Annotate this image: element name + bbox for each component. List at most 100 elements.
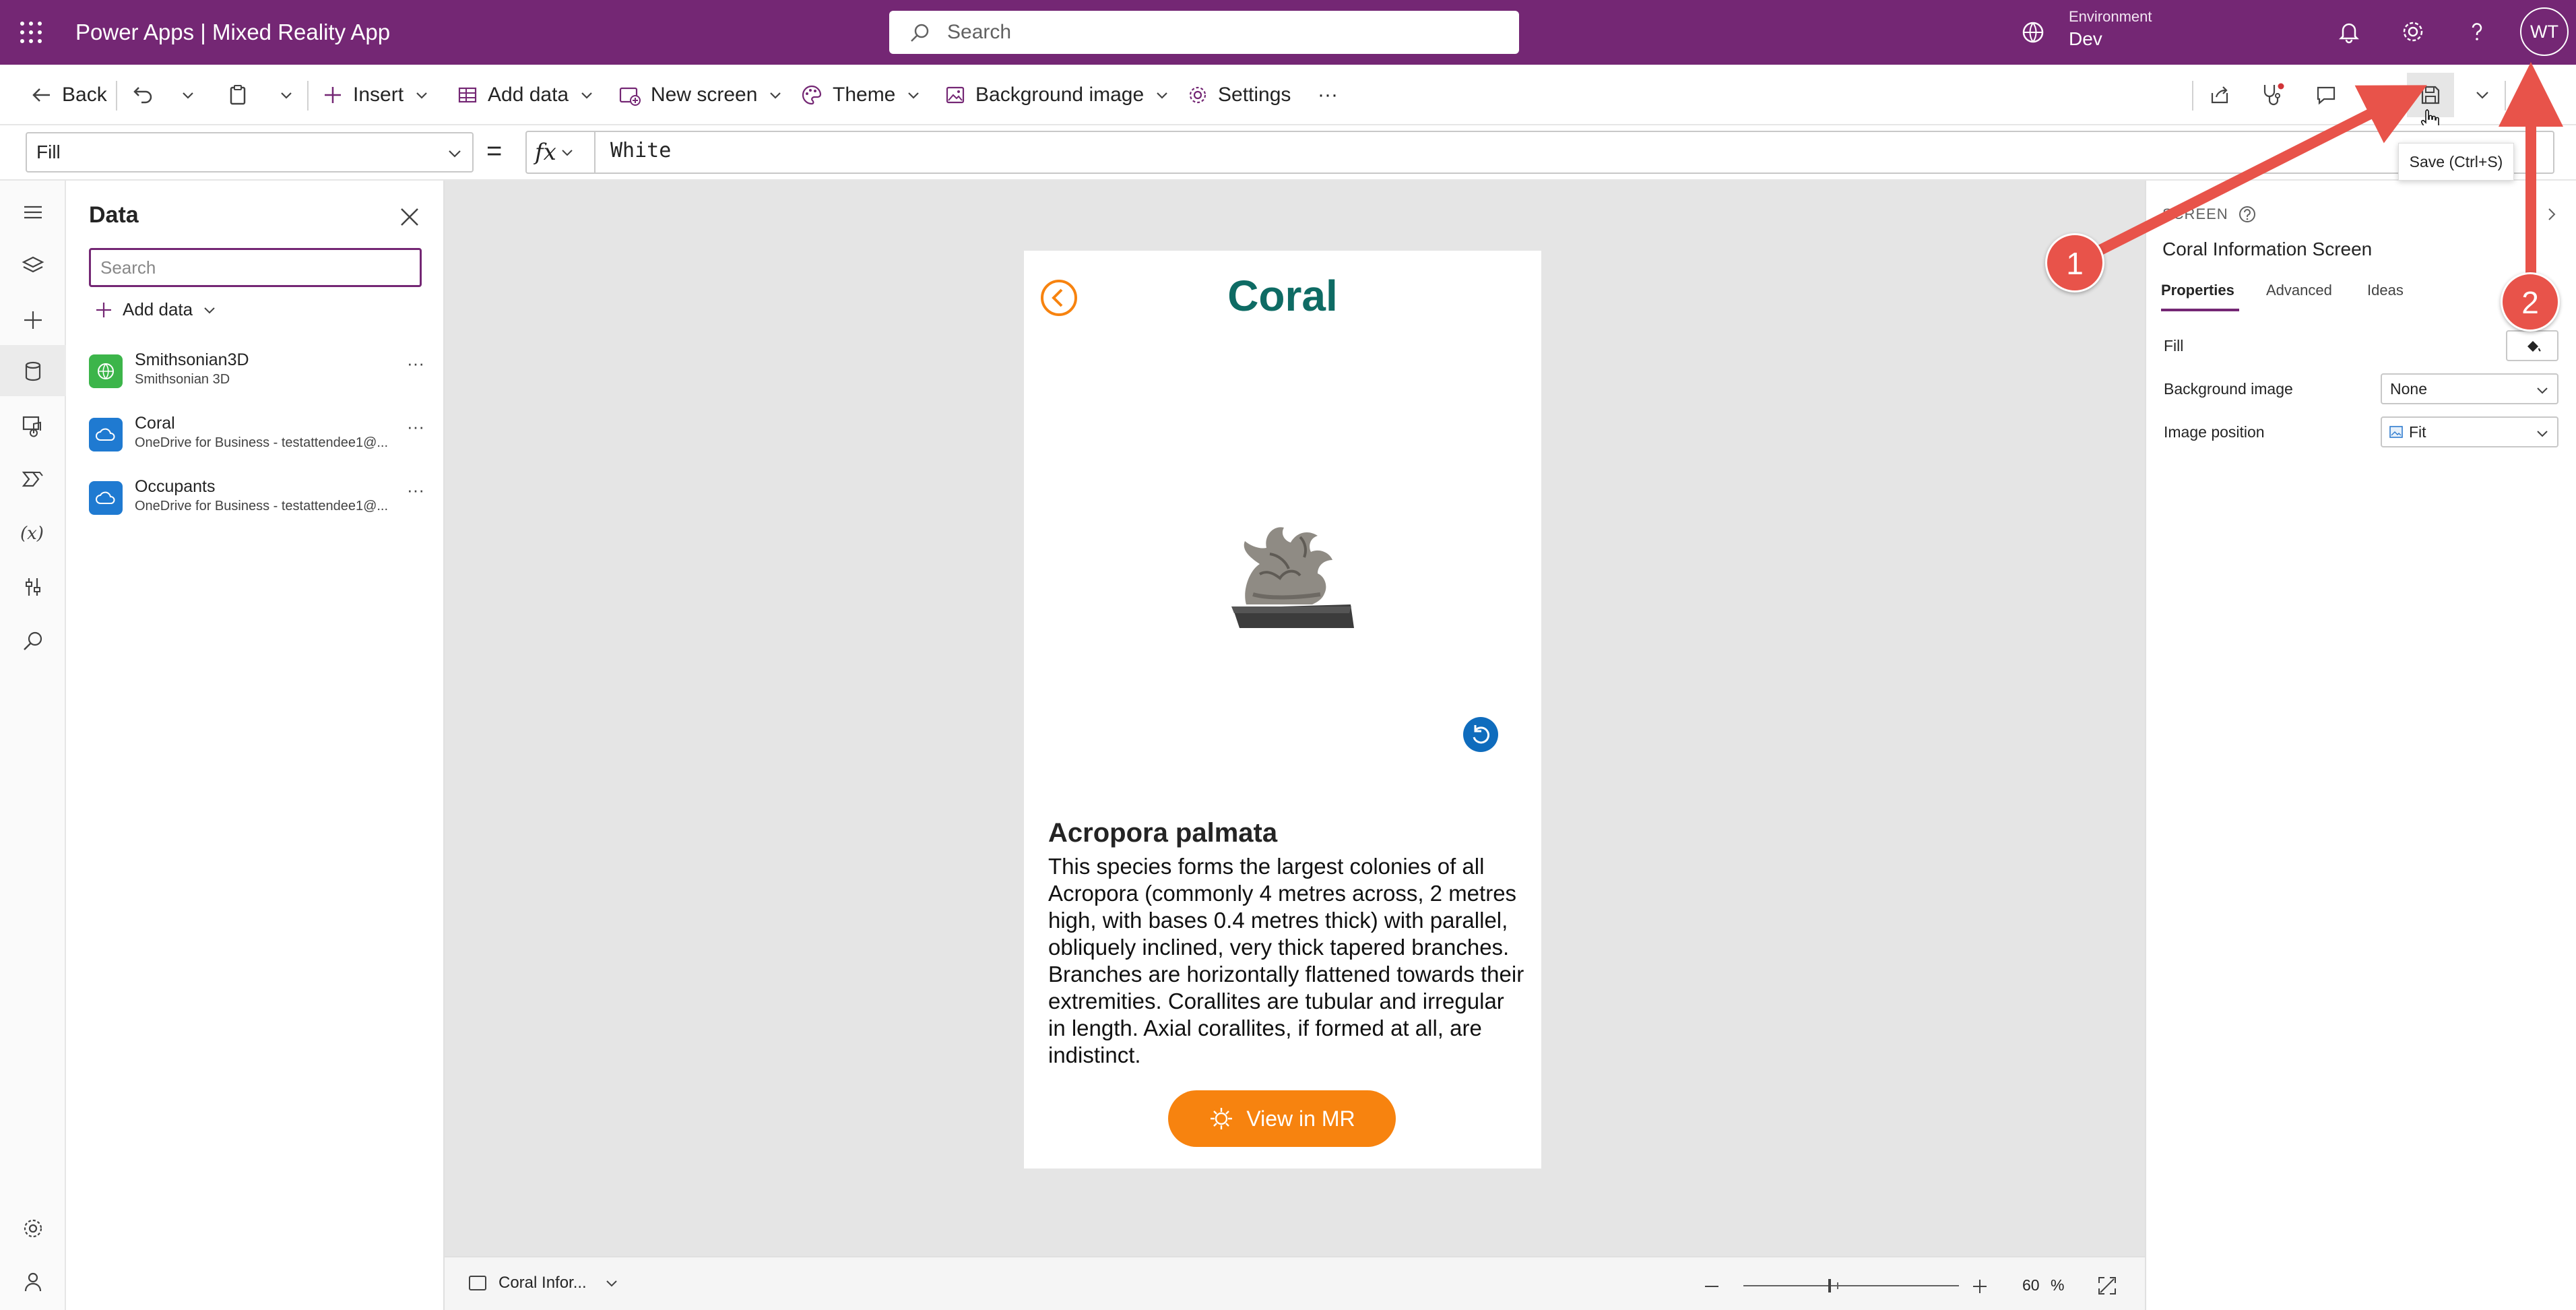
media-icon[interactable]	[18, 410, 49, 441]
paste-button[interactable]	[226, 80, 249, 111]
notifications-bell-icon[interactable]	[2336, 19, 2362, 44]
preview-play-button[interactable]	[2364, 80, 2395, 111]
more-options-button[interactable]: ···	[407, 416, 424, 437]
settings-button[interactable]: Settings	[1187, 80, 1291, 111]
annotation-badge-2: 2	[2501, 272, 2560, 332]
variables-icon[interactable]: (x)	[18, 518, 49, 549]
app-checker-button[interactable]	[2257, 80, 2288, 111]
reset-rotation-icon[interactable]	[1462, 716, 1500, 753]
image-position-label: Image position	[2164, 423, 2265, 441]
screen-selector[interactable]: Coral Infor...	[468, 1274, 619, 1292]
add-data-link[interactable]: Add data	[94, 299, 217, 320]
chevron-right-icon[interactable]	[2544, 206, 2560, 222]
divider	[307, 81, 309, 111]
fit-to-window-icon[interactable]	[2096, 1275, 2118, 1297]
background-image-dropdown[interactable]: None	[2381, 373, 2558, 404]
publish-icon	[2520, 86, 2542, 104]
chevron-down-icon	[204, 307, 215, 313]
global-search-input[interactable]: Search	[889, 11, 1519, 54]
new-screen-button[interactable]: New screen	[618, 80, 783, 111]
plus-icon	[96, 302, 111, 317]
theme-label: Theme	[833, 84, 896, 106]
property-dropdown[interactable]: Fill	[26, 132, 474, 173]
more-options-button[interactable]: ···	[407, 353, 424, 374]
virtual-agent-icon[interactable]	[18, 1267, 49, 1298]
help-circle-icon[interactable]	[2238, 205, 2257, 224]
command-bar: Back Insert Add data New screen Theme Ba…	[0, 65, 2576, 132]
more-label: ···	[1318, 84, 1338, 106]
formula-input[interactable]: fx White	[525, 131, 2554, 174]
user-avatar[interactable]: WT	[2520, 7, 2569, 56]
screen-icon	[469, 1276, 486, 1290]
data-search-input[interactable]: Search	[89, 248, 422, 287]
comments-button[interactable]	[2311, 80, 2342, 111]
divider	[2505, 81, 2506, 111]
settings-gear-icon[interactable]	[2400, 19, 2426, 44]
data-source-item[interactable]: Smithsonian3D Smithsonian 3D ···	[89, 350, 432, 404]
undo-button[interactable]	[132, 80, 155, 111]
theme-button[interactable]: Theme	[800, 80, 921, 111]
left-nav-rail: (x)	[0, 181, 66, 1310]
close-icon[interactable]	[396, 204, 423, 230]
image-position-dropdown[interactable]: Fit	[2381, 416, 2558, 447]
fx-function-button[interactable]: fx	[535, 139, 574, 166]
tab-properties[interactable]: Properties	[2161, 282, 2234, 299]
background-image-value: None	[2390, 380, 2427, 398]
save-options-dropdown[interactable]	[2467, 80, 2498, 111]
fill-color-picker[interactable]	[2506, 330, 2558, 361]
view-in-mr-button[interactable]: View in MR	[1168, 1090, 1396, 1147]
insert-plus-icon[interactable]	[18, 305, 49, 336]
undo-dropdown[interactable]	[181, 80, 195, 111]
properties-panel: SCREEN Coral Information Screen Properti…	[2145, 181, 2576, 1310]
app-screen-preview[interactable]: Coral Acropora palmata This species form…	[1024, 251, 1541, 1168]
fx-label: fx	[535, 139, 556, 166]
coral-3d-model[interactable]	[1206, 473, 1367, 642]
insert-button[interactable]: Insert	[322, 80, 429, 111]
chevron-down-icon	[562, 150, 573, 156]
tree-view-layers-icon[interactable]	[18, 251, 49, 282]
help-icon[interactable]	[2464, 19, 2490, 44]
zoom-in-icon[interactable]	[1971, 1278, 1989, 1295]
fill-label: Fill	[2164, 337, 2184, 354]
more-commands-button[interactable]: ···	[1318, 80, 1338, 111]
chevron-down-icon	[449, 150, 461, 158]
onedrive-cloud-icon	[89, 418, 123, 451]
power-automate-icon[interactable]	[18, 464, 49, 495]
clipboard-icon	[230, 85, 246, 105]
add-data-button[interactable]: Add data	[457, 80, 594, 111]
chevron-down-icon	[2537, 431, 2548, 437]
zoom-slider[interactable]	[1743, 1275, 1959, 1297]
more-options-button[interactable]: ···	[407, 480, 424, 501]
advanced-tools-icon[interactable]	[18, 571, 49, 602]
data-source-subtitle: OneDrive for Business - testattendee1@..…	[135, 499, 389, 513]
annotation-badge-1: 1	[2045, 233, 2104, 292]
data-cylinder-icon[interactable]	[18, 356, 49, 387]
publish-button[interactable]	[2515, 80, 2546, 111]
back-button[interactable]: Back	[30, 80, 107, 111]
screen-title: Coral	[1227, 272, 1338, 320]
tab-ideas[interactable]: Ideas	[2367, 282, 2404, 299]
app-launcher-icon[interactable]	[19, 20, 43, 44]
search-icon[interactable]	[18, 625, 49, 656]
back-label: Back	[62, 84, 107, 106]
app-title: Power Apps | Mixed Reality App	[75, 20, 391, 44]
control-type-text: SCREEN	[2162, 206, 2228, 222]
hamburger-menu-icon[interactable]	[18, 197, 49, 228]
zoom-out-icon[interactable]	[1703, 1278, 1720, 1295]
onedrive-cloud-icon	[89, 481, 123, 515]
data-source-item[interactable]: Occupants OneDrive for Business - testat…	[89, 477, 432, 531]
background-image-label: Background image	[2164, 380, 2293, 398]
zoom-value: 60	[2022, 1276, 2040, 1294]
background-image-button[interactable]: Background image	[944, 80, 1169, 111]
share-button[interactable]	[2204, 80, 2235, 111]
new-screen-icon	[619, 87, 641, 106]
divider	[116, 81, 117, 111]
paste-dropdown[interactable]	[279, 80, 294, 111]
add-data-label: Add data	[488, 84, 569, 106]
tab-advanced[interactable]: Advanced	[2266, 282, 2332, 299]
environment-value[interactable]: Dev	[2069, 28, 2102, 50]
settings-gear-icon[interactable]	[18, 1213, 49, 1244]
chevron-down-icon	[1157, 92, 1167, 99]
data-source-item[interactable]: Coral OneDrive for Business - testattend…	[89, 414, 432, 468]
formula-bar: Fill = fx White	[0, 125, 2576, 181]
